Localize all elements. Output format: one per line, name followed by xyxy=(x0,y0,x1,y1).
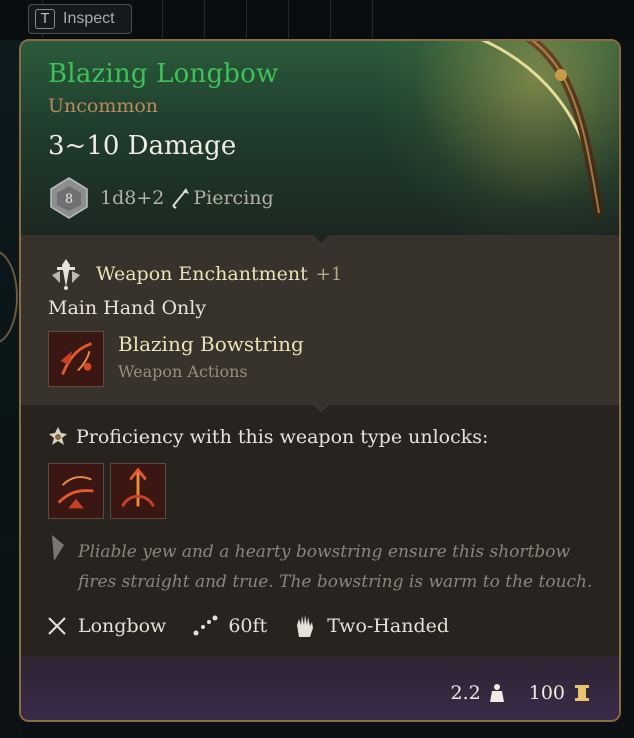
die-face-value: 8 xyxy=(65,192,73,207)
flavor-text: Pliable yew and a hearty bowstring ensur… xyxy=(78,542,593,592)
item-weight: 2.2 xyxy=(450,682,481,704)
item-tooltip: Blazing Longbow Uncommon 3~10 Damage 8 1… xyxy=(19,39,621,722)
mobile-shot-icon[interactable] xyxy=(48,463,104,519)
inventory-cell xyxy=(246,0,289,38)
inspect-label: Inspect xyxy=(63,10,115,27)
inventory-cell xyxy=(204,0,247,38)
inventory-cell xyxy=(330,0,373,38)
weight-value-row: 2.2 100 xyxy=(451,682,591,704)
proficiency-row: Proficiency with this weapon type unlock… xyxy=(48,426,488,448)
enchantment-title: Weapon Enchantment xyxy=(96,263,308,285)
item-rarity: Uncommon xyxy=(48,95,159,117)
hand-icon xyxy=(297,615,314,637)
property-range: 60ft xyxy=(192,615,267,637)
sword-enchantment-icon xyxy=(52,259,80,290)
inspect-button[interactable]: T Inspect xyxy=(28,4,132,34)
damage-type: Piercing xyxy=(193,187,274,209)
gold-coin-icon xyxy=(575,685,589,701)
proficiency-label: Proficiency with this weapon type unlock… xyxy=(76,426,489,448)
weapon-enchantment-row: Weapon Enchantment +1 xyxy=(48,257,342,291)
item-value: 100 xyxy=(528,682,565,704)
property-handedness: Two-Handed xyxy=(293,613,449,639)
blazing-bowstring-icon[interactable] xyxy=(48,331,104,387)
tooltip-footer: 2.2 100 xyxy=(21,656,619,720)
damage-range: 3~10 Damage xyxy=(48,131,237,161)
inventory-cell xyxy=(288,0,331,38)
property-longbow: Longbow xyxy=(46,615,166,637)
range-icon xyxy=(193,615,218,636)
proficiency-actions xyxy=(48,463,166,519)
enchantment-bonus: +1 xyxy=(315,263,343,285)
quill-icon xyxy=(52,535,64,561)
weapon-range: 60ft xyxy=(228,615,268,637)
inventory-cell xyxy=(162,0,205,38)
main-hand-only-label: Main Hand Only xyxy=(48,297,207,319)
damage-dice: 1d8+2 xyxy=(100,187,165,209)
d8-die-icon: 8 xyxy=(50,177,88,219)
longbow-icon xyxy=(480,41,604,218)
damage-dice-row: 8 1d8+2 Piercing xyxy=(48,176,274,220)
weapon-type: Longbow xyxy=(78,615,167,637)
background-right-panel xyxy=(620,40,634,738)
item-name: Blazing Longbow xyxy=(48,59,279,89)
proficiency-icon xyxy=(49,427,67,445)
piercing-shot-icon[interactable] xyxy=(110,463,166,519)
action-title: Blazing Bowstring xyxy=(118,332,304,356)
weight-icon xyxy=(489,684,504,702)
crossed-swords-icon xyxy=(48,617,66,635)
weapon-properties: Longbow 60ft Two-Handed xyxy=(46,613,475,639)
action-subtitle: Weapon Actions xyxy=(118,362,248,381)
keybind-t: T xyxy=(35,9,55,29)
weapon-action-row[interactable]: Blazing Bowstring Weapon Actions xyxy=(48,331,304,387)
piercing-arrow-icon xyxy=(172,188,190,209)
weapon-handedness: Two-Handed xyxy=(327,615,450,637)
